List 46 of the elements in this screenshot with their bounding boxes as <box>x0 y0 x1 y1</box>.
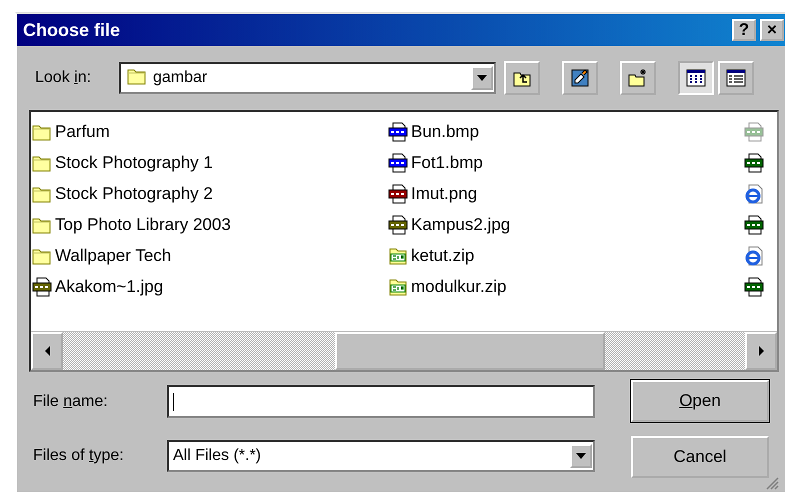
image-file-icon <box>32 276 52 296</box>
horizontal-scrollbar[interactable] <box>31 331 777 370</box>
help-button[interactable]: ? <box>732 19 756 41</box>
right-arrow-icon <box>758 346 764 356</box>
file-type-dropdown[interactable]: All Files (*.*) <box>167 440 595 472</box>
desktop-button[interactable] <box>562 61 598 95</box>
resize-grip-icon[interactable] <box>765 476 779 490</box>
list-view-button[interactable] <box>678 61 714 95</box>
scroll-left-button[interactable] <box>31 332 63 370</box>
list-view-icon <box>686 68 706 88</box>
file-name[interactable]: Wallpaper Tech <box>55 246 172 266</box>
details-view-icon <box>726 68 746 88</box>
open-button[interactable]: Open <box>631 380 769 422</box>
file-name[interactable]: Stock Photography 1 <box>55 152 213 172</box>
file-name[interactable]: Top Photo Library 2003 <box>55 214 231 234</box>
file-name[interactable]: Akakom~1.jpg <box>55 276 164 296</box>
file-name[interactable]: Kampus2.jpg <box>411 214 510 234</box>
file-name[interactable]: Parfum <box>55 122 110 142</box>
image-file-icon <box>388 214 408 234</box>
scroll-right-button[interactable] <box>745 332 777 370</box>
file-name[interactable]: Stock Photography 2 <box>55 184 213 204</box>
left-arrow-icon <box>44 346 50 356</box>
scroll-thumb[interactable] <box>335 332 605 370</box>
image-file-icon <box>388 122 408 142</box>
file-type-label: Files of type: <box>33 447 125 465</box>
details-view-button[interactable] <box>718 61 754 95</box>
new-folder-icon <box>628 68 648 88</box>
file-name-field[interactable] <box>167 385 595 418</box>
file-name[interactable]: modulkur.zip <box>411 276 506 296</box>
new-folder-button[interactable] <box>620 61 656 95</box>
file-name[interactable]: Fot1.bmp <box>411 152 483 172</box>
desktop-icon <box>570 68 590 88</box>
close-button[interactable]: × <box>760 19 784 41</box>
file-name[interactable]: Bun.bmp <box>411 122 480 142</box>
archive-file-icon <box>388 276 408 296</box>
look-in-label: Look in: <box>35 69 92 87</box>
file-name[interactable]: ketut.zip <box>411 246 474 266</box>
up-button[interactable] <box>504 61 540 95</box>
look-in-dropdown[interactable]: gambar <box>119 62 496 94</box>
file-name-label: File name: <box>33 392 109 410</box>
file-name[interactable]: Imut.png <box>411 184 478 204</box>
image-file-icon <box>388 152 408 172</box>
window-title: Choose file <box>23 20 120 40</box>
image-file-icon <box>388 184 408 204</box>
cancel-button[interactable]: Cancel <box>631 436 769 478</box>
archive-file-icon <box>388 246 408 266</box>
